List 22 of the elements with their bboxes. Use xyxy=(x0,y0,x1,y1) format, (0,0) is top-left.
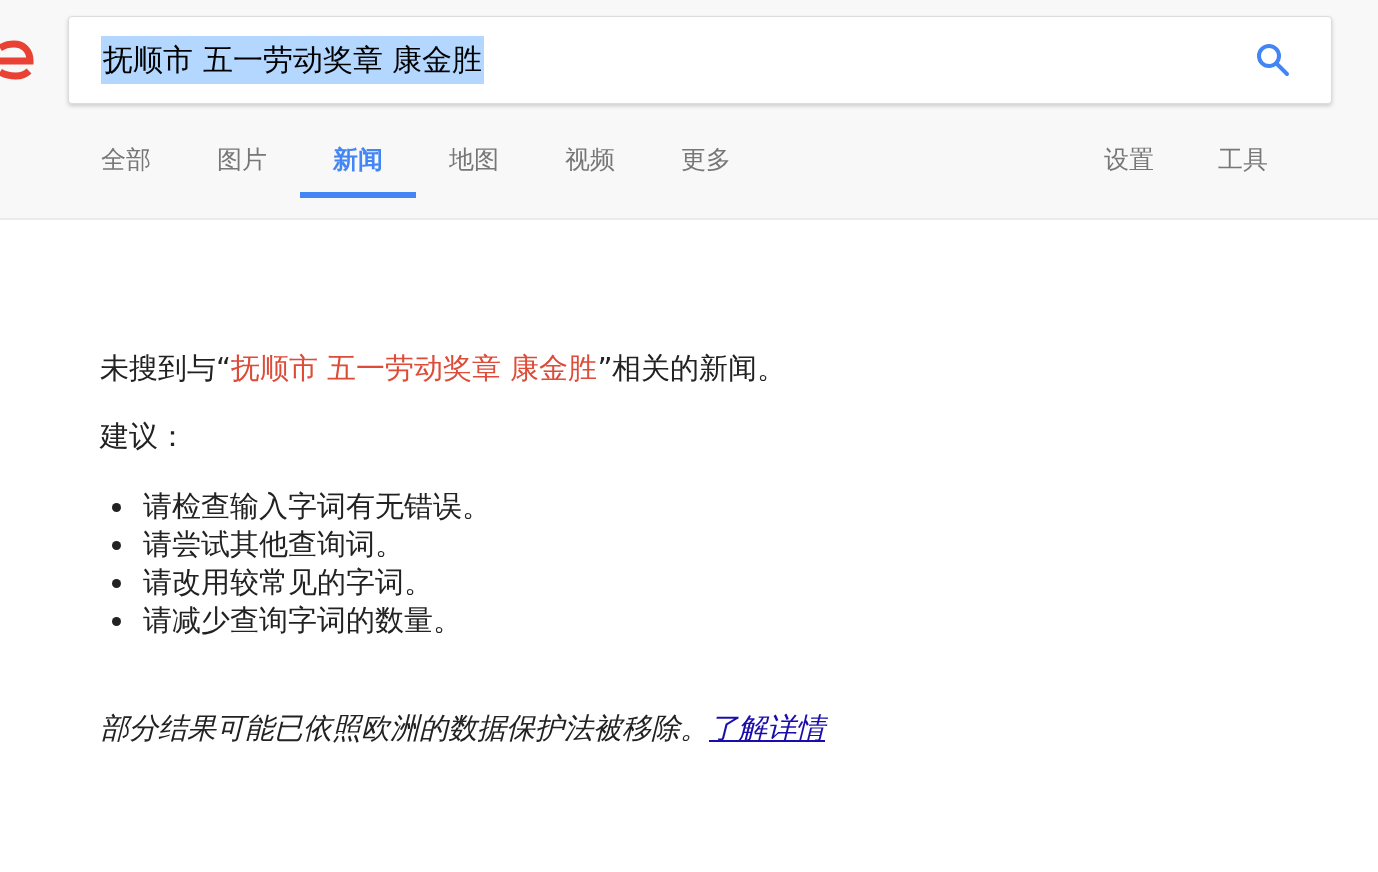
bullet-icon xyxy=(112,502,121,512)
nav-tab[interactable]: 图片 xyxy=(184,132,300,198)
nav-tab[interactable]: 地图 xyxy=(416,132,532,198)
search-field[interactable]: 抚顺市 五一劳动奖章 康金胜 xyxy=(68,16,1332,104)
nav-tab[interactable]: 设置 xyxy=(1072,132,1186,198)
bullet-icon xyxy=(112,578,121,588)
suggestion-text: 请改用较常见的字词。 xyxy=(143,564,433,601)
nav-tab[interactable]: 新闻 xyxy=(300,132,416,198)
bullet-icon xyxy=(112,616,121,626)
search-icon[interactable] xyxy=(1255,42,1291,78)
suggestions-heading: 建议： xyxy=(100,418,188,455)
nav-tab[interactable]: 更多 xyxy=(648,132,764,198)
notice-text: 部分结果可能已依照欧洲的数据保护法被移除。 xyxy=(100,711,709,745)
bullet-icon xyxy=(112,540,121,550)
nav-tab[interactable]: 工具 xyxy=(1186,132,1300,198)
no-results-message: 未搜到与“抚顺市 五一劳动奖章 康金胜”相关的新闻。 xyxy=(100,350,788,387)
nav-tab[interactable]: 视频 xyxy=(532,132,648,198)
logo-icon xyxy=(0,40,34,80)
suggestion-text: 请尝试其他查询词。 xyxy=(143,526,404,563)
suggestion-text: 请检查输入字词有无错误。 xyxy=(143,488,491,525)
suggestion-text: 请减少查询字词的数量。 xyxy=(143,602,462,639)
nav-tab[interactable]: 全部 xyxy=(68,132,184,198)
